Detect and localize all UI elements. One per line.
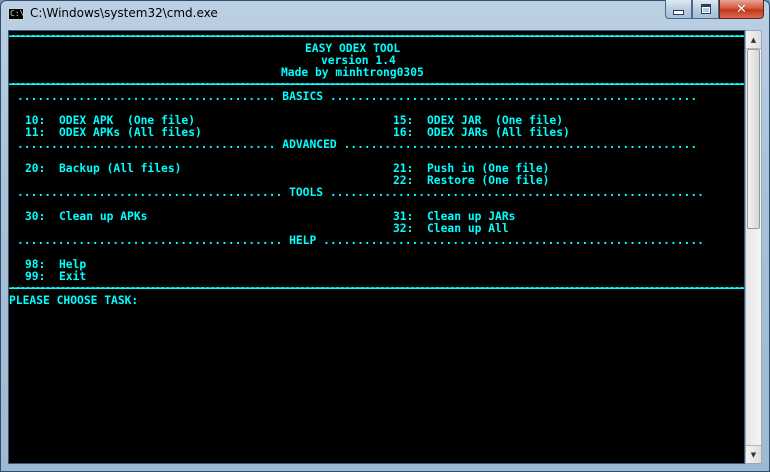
- arrow-up-icon: ▲: [750, 35, 757, 44]
- dots-right: ........................................…: [336, 138, 698, 151]
- scroll-up-button[interactable]: ▲: [746, 31, 761, 49]
- dots-left: ......................................: [17, 138, 283, 151]
- dots-left: ......................................: [17, 90, 283, 103]
- title-bar[interactable]: C:\ C:\Windows\system32\cmd.exe ✕: [0, 0, 770, 30]
- minimize-button[interactable]: [665, 0, 692, 19]
- dots-left: .......................................: [17, 186, 290, 199]
- tool-author: Made by minhtrong0305: [281, 66, 424, 79]
- console-window: C:\ C:\Windows\system32\cmd.exe ✕ EASY O…: [0, 0, 770, 472]
- window-title: C:\Windows\system32\cmd.exe: [30, 6, 218, 20]
- maximize-icon: [700, 4, 711, 14]
- dots-right: ........................................…: [316, 234, 704, 247]
- section-basics-label: BASICS: [282, 90, 324, 103]
- menu-item-99: 99: Exit: [25, 270, 87, 283]
- cmd-app-icon[interactable]: C:\: [8, 8, 24, 20]
- task-prompt[interactable]: PLEASE CHOOSE TASK:: [9, 295, 138, 307]
- section-advanced-label: ADVANCED: [282, 138, 337, 151]
- section-advanced: ...................................... A…: [17, 139, 697, 151]
- window-controls: ✕: [665, 0, 764, 19]
- vertical-scrollbar[interactable]: ▲ ▼: [745, 30, 762, 464]
- scroll-down-button[interactable]: ▼: [746, 445, 761, 463]
- section-help-label: HELP: [289, 234, 317, 247]
- dots-right: ........................................…: [323, 90, 698, 103]
- menu-item-30: 30: Clean up APKs: [25, 210, 148, 223]
- close-icon: ✕: [736, 1, 747, 17]
- cmd-icon-label: C:\: [10, 9, 25, 18]
- dots-left: .......................................: [17, 234, 290, 247]
- separator-header: [9, 83, 744, 85]
- section-help: ....................................... …: [17, 235, 704, 247]
- menu-item-20: 20: Backup (All files): [25, 162, 182, 175]
- dots-right: ........................................…: [323, 186, 704, 199]
- console-output[interactable]: EASY ODEX TOOL version 1.4 Made by minht…: [8, 30, 745, 464]
- arrow-down-icon: ▼: [750, 450, 757, 459]
- scrollbar-thumb[interactable]: [747, 49, 760, 229]
- separator-bottom: [9, 287, 744, 289]
- section-tools-label: TOOLS: [289, 186, 324, 199]
- minimize-icon: [673, 10, 684, 15]
- section-basics: ...................................... B…: [17, 91, 697, 103]
- close-button[interactable]: ✕: [719, 0, 764, 19]
- maximize-button[interactable]: [692, 0, 719, 19]
- section-tools: ....................................... …: [17, 187, 704, 199]
- separator-top: [9, 35, 744, 37]
